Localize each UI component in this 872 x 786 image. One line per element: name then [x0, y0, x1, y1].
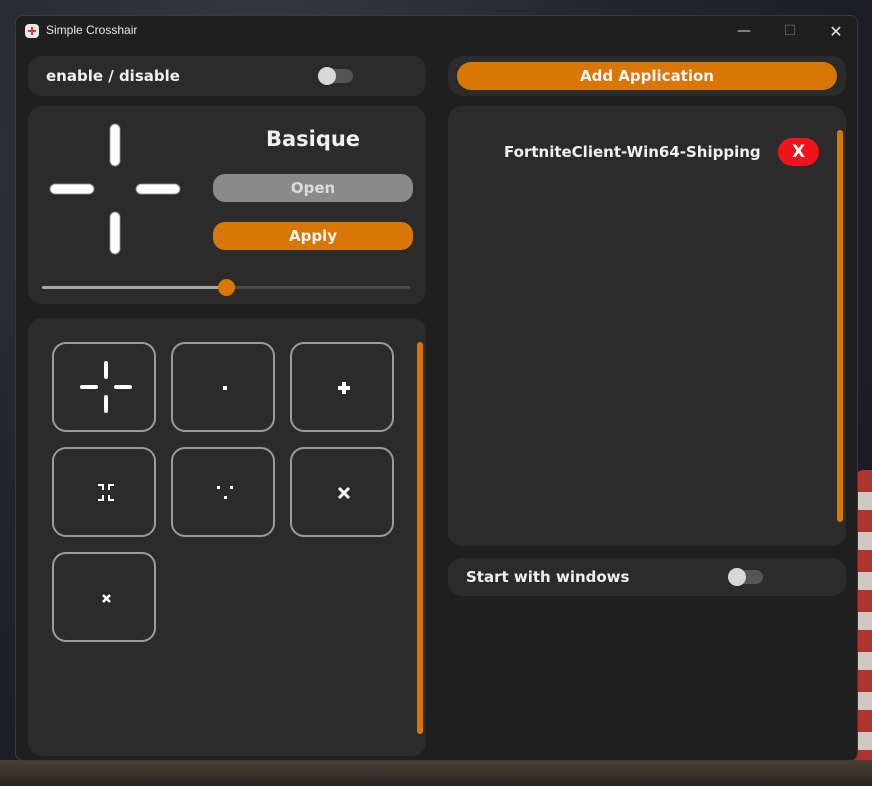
crosshair-tile-5[interactable] [171, 447, 275, 537]
maximize-button[interactable]: ☐ [767, 16, 813, 46]
start-with-windows-switch[interactable] [728, 568, 763, 586]
switch-knob [318, 67, 336, 85]
title-bar[interactable]: Simple Crosshair — ☐ ✕ [16, 16, 857, 46]
crosshair-tile-7[interactable] [52, 552, 156, 642]
enable-toggle-switch[interactable] [318, 67, 353, 85]
crosshair-corner-brackets-icon [98, 484, 114, 501]
switch-knob [728, 568, 746, 586]
crosshair-tile-2[interactable] [171, 342, 275, 432]
crosshair-plus-icon [338, 382, 350, 394]
size-slider[interactable] [42, 279, 410, 296]
open-button[interactable]: Open [213, 174, 413, 202]
crosshair-three-dots-icon [217, 486, 233, 499]
enable-toggle-panel: enable / disable [28, 56, 426, 96]
crosshair-tile-4[interactable] [52, 447, 156, 537]
enable-toggle-label: enable / disable [46, 67, 180, 85]
start-with-windows-panel: Start with windows [448, 558, 846, 596]
size-slider-fill [42, 286, 226, 289]
crosshair-tile-1[interactable] [52, 342, 156, 432]
crosshair-grid-scrollbar[interactable] [417, 342, 423, 734]
app-crosshair-icon [25, 24, 39, 38]
remove-application-button[interactable]: X [778, 138, 819, 166]
close-button[interactable]: ✕ [813, 16, 857, 46]
crosshair-small-x-icon [102, 594, 111, 603]
application-list-scrollbar[interactable] [837, 130, 843, 522]
crosshair-tile-6[interactable] [290, 447, 394, 537]
crosshair-x-icon [337, 486, 351, 500]
crosshair-tile-3[interactable] [290, 342, 394, 432]
start-with-windows-label: Start with windows [466, 568, 630, 586]
app-window: Simple Crosshair — ☐ ✕ enable / disable … [15, 15, 858, 761]
add-application-button[interactable]: Add Application [457, 62, 837, 90]
window-title: Simple Crosshair [46, 23, 138, 37]
minimize-button[interactable]: — [721, 16, 767, 46]
crosshair-dot-icon [223, 386, 227, 390]
crosshair-gap-cross-icon [80, 361, 132, 413]
application-name: FortniteClient-Win64-Shipping [504, 143, 761, 161]
size-slider-thumb[interactable] [218, 279, 235, 296]
crosshair-preview-icon [50, 124, 180, 254]
apply-button[interactable]: Apply [213, 222, 413, 250]
crosshair-grid-panel [28, 318, 426, 756]
crosshair-name: Basique [265, 127, 361, 151]
application-list-panel: FortniteClient-Win64-Shipping X [448, 106, 846, 546]
desktop-background-bottom [0, 760, 872, 786]
crosshair-preview-panel: Basique Open Apply [28, 106, 426, 304]
